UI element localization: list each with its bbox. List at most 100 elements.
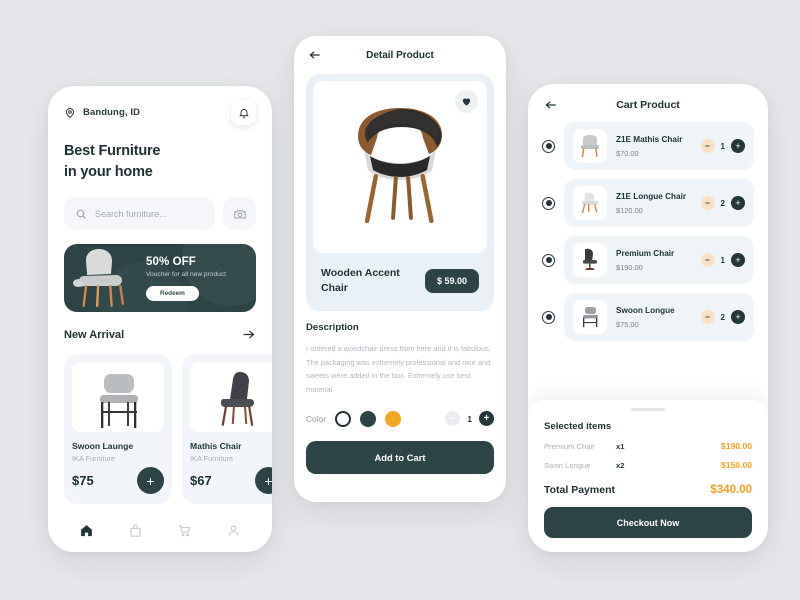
color-swatch-orange[interactable] (385, 410, 402, 427)
product-brand: IKA Furniture (72, 454, 116, 464)
bag-icon[interactable] (128, 523, 143, 538)
home-content: Bandung, ID Best Furniture in your home (48, 86, 272, 505)
total-label: Total Payment (544, 484, 615, 496)
selected-items-heading: Selected items (544, 421, 612, 432)
product-list[interactable]: Swoon Launge IKA Furniture $75 + Mathis … (64, 354, 272, 505)
promo-banner[interactable]: 50% OFF Voucher for all new product Rede… (64, 244, 256, 313)
quantity-increase-button[interactable]: + (731, 253, 745, 267)
color-swatch-white[interactable] (335, 410, 352, 427)
select-item-radio[interactable] (542, 196, 555, 210)
cart-title: Cart Product (616, 99, 680, 111)
order-summary-sheet: Selected items Premium Chair x1 $190.00 … (528, 400, 768, 552)
search-row: Search furniture... (64, 197, 256, 231)
bottom-navigation (48, 508, 272, 552)
arrow-right-icon[interactable] (241, 327, 256, 342)
quantity-increase-button[interactable]: + (731, 196, 745, 210)
cart-item-name: Swoon Longue (616, 306, 675, 316)
quantity-value: 1 (467, 413, 472, 424)
promo-chair-image (64, 244, 146, 312)
location-bar: Bandung, ID (64, 100, 256, 125)
detail-price-badge: $ 59.00 (424, 268, 479, 293)
quantity-decrease-button[interactable]: – (445, 411, 461, 427)
cart-item-card[interactable]: Z1E Mathis Chair $70.00 1 + (564, 122, 754, 170)
hero-product-image (313, 81, 487, 253)
cart-item-name: Z1E Longue Chair (616, 192, 687, 202)
quantity-value: 2 (720, 312, 725, 322)
home-icon[interactable] (79, 523, 94, 538)
add-to-cart-button[interactable]: Add to Cart (306, 440, 494, 474)
select-item-radio[interactable] (542, 139, 555, 153)
select-item-radio[interactable] (542, 253, 555, 267)
quantity-increase-button[interactable]: + (479, 411, 494, 427)
add-to-cart-button[interactable]: + (137, 467, 164, 495)
cart-header: Cart Product (528, 84, 768, 112)
cart-row: Z1E Mathis Chair $70.00 1 + (542, 122, 754, 170)
hero-panel: Wooden Accent Chair $ 59.00 (306, 74, 494, 311)
profile-icon[interactable] (226, 523, 241, 538)
new-arrival-header: New Arrival (64, 327, 256, 342)
product-name: Swoon Launge (72, 441, 134, 452)
cart-item-card[interactable]: Swoon Longue $75.00 2 + (564, 293, 754, 341)
cart-quantity-stepper: 1 + (700, 139, 745, 153)
color-swatch-dark[interactable] (360, 410, 377, 427)
cart-item-thumbnail (573, 186, 607, 220)
cart-screen: Cart Product Z1E Mathis Chair $70.00 1 +… (528, 84, 768, 552)
camera-icon (233, 207, 247, 221)
summary-item-amount: $190.00 (720, 441, 752, 451)
search-input[interactable]: Search furniture... (64, 197, 215, 231)
cart-item-card[interactable]: Premium Chair $190.00 1 + (564, 236, 754, 284)
cart-item-info: Premium Chair $190.00 (616, 248, 692, 271)
cart-item-info: Swoon Longue $75.00 (616, 305, 692, 328)
redeem-button[interactable]: Redeem (146, 285, 199, 301)
cart-item-card[interactable]: Z1E Longue Chair $120.00 2 + (564, 179, 754, 227)
product-card[interactable]: Mathis Chair IKA Furniture $67 + (182, 354, 272, 505)
add-to-cart-button[interactable]: + (255, 467, 272, 495)
select-item-radio[interactable] (542, 310, 555, 324)
description-text: I ordered a woodchair dress from here an… (306, 343, 491, 394)
section-title: New Arrival (64, 328, 125, 341)
description-heading: Description (306, 321, 359, 333)
promo-text: 50% OFF Voucher for all new product Rede… (146, 256, 256, 301)
product-brand: IKA Furniture (190, 454, 234, 464)
arrow-left-icon[interactable] (308, 48, 322, 62)
search-icon (75, 208, 87, 220)
notification-button[interactable] (231, 100, 256, 125)
location-group[interactable]: Bandung, ID (64, 107, 140, 119)
bell-icon (238, 107, 250, 119)
favorite-button[interactable] (455, 90, 478, 113)
quantity-increase-button[interactable]: + (731, 310, 745, 324)
map-pin-icon (64, 107, 76, 119)
cart-row: Z1E Longue Chair $120.00 2 + (542, 179, 754, 227)
quantity-decrease-button[interactable] (700, 253, 715, 267)
quantity-increase-button[interactable]: + (731, 139, 745, 153)
quantity-decrease-button[interactable] (700, 139, 715, 153)
camera-search-button[interactable] (223, 197, 256, 231)
search-placeholder: Search furniture... (95, 208, 167, 219)
quantity-decrease-button[interactable] (700, 196, 715, 210)
product-card[interactable]: Swoon Launge IKA Furniture $75 + (64, 354, 172, 505)
summary-item-qty: x2 (616, 460, 625, 470)
summary-line: Swon Longue x2 $150.00 (544, 460, 752, 470)
product-footer: $75 + (72, 467, 164, 495)
promo-subtitle: Voucher for all new product (146, 270, 226, 278)
arrow-left-icon[interactable] (544, 98, 558, 112)
sheet-grabber[interactable] (631, 408, 665, 411)
cart-item-thumbnail (573, 300, 607, 334)
quantity-value: 1 (720, 141, 725, 151)
summary-line: Premium Chair x1 $190.00 (544, 441, 752, 451)
quantity-value: 1 (720, 255, 725, 265)
detail-header: Detail Product (294, 36, 506, 62)
detail-title: Detail Product (366, 49, 434, 61)
color-selector-row: Color – 1 + (306, 410, 494, 427)
headline-line-2: in your home (64, 163, 153, 180)
detail-product-name: Wooden Accent Chair (321, 267, 400, 294)
quantity-value: 2 (720, 198, 725, 208)
quantity-decrease-button[interactable] (700, 310, 715, 324)
cart-item-list: Z1E Mathis Chair $70.00 1 + Z1E Longue C… (528, 112, 768, 341)
color-label: Color (306, 413, 327, 424)
cart-item-thumbnail (573, 129, 607, 163)
product-image (190, 362, 272, 433)
cart-icon[interactable] (177, 523, 192, 538)
checkout-button[interactable]: Checkout Now (544, 507, 752, 538)
cart-quantity-stepper: 1 + (700, 253, 745, 267)
